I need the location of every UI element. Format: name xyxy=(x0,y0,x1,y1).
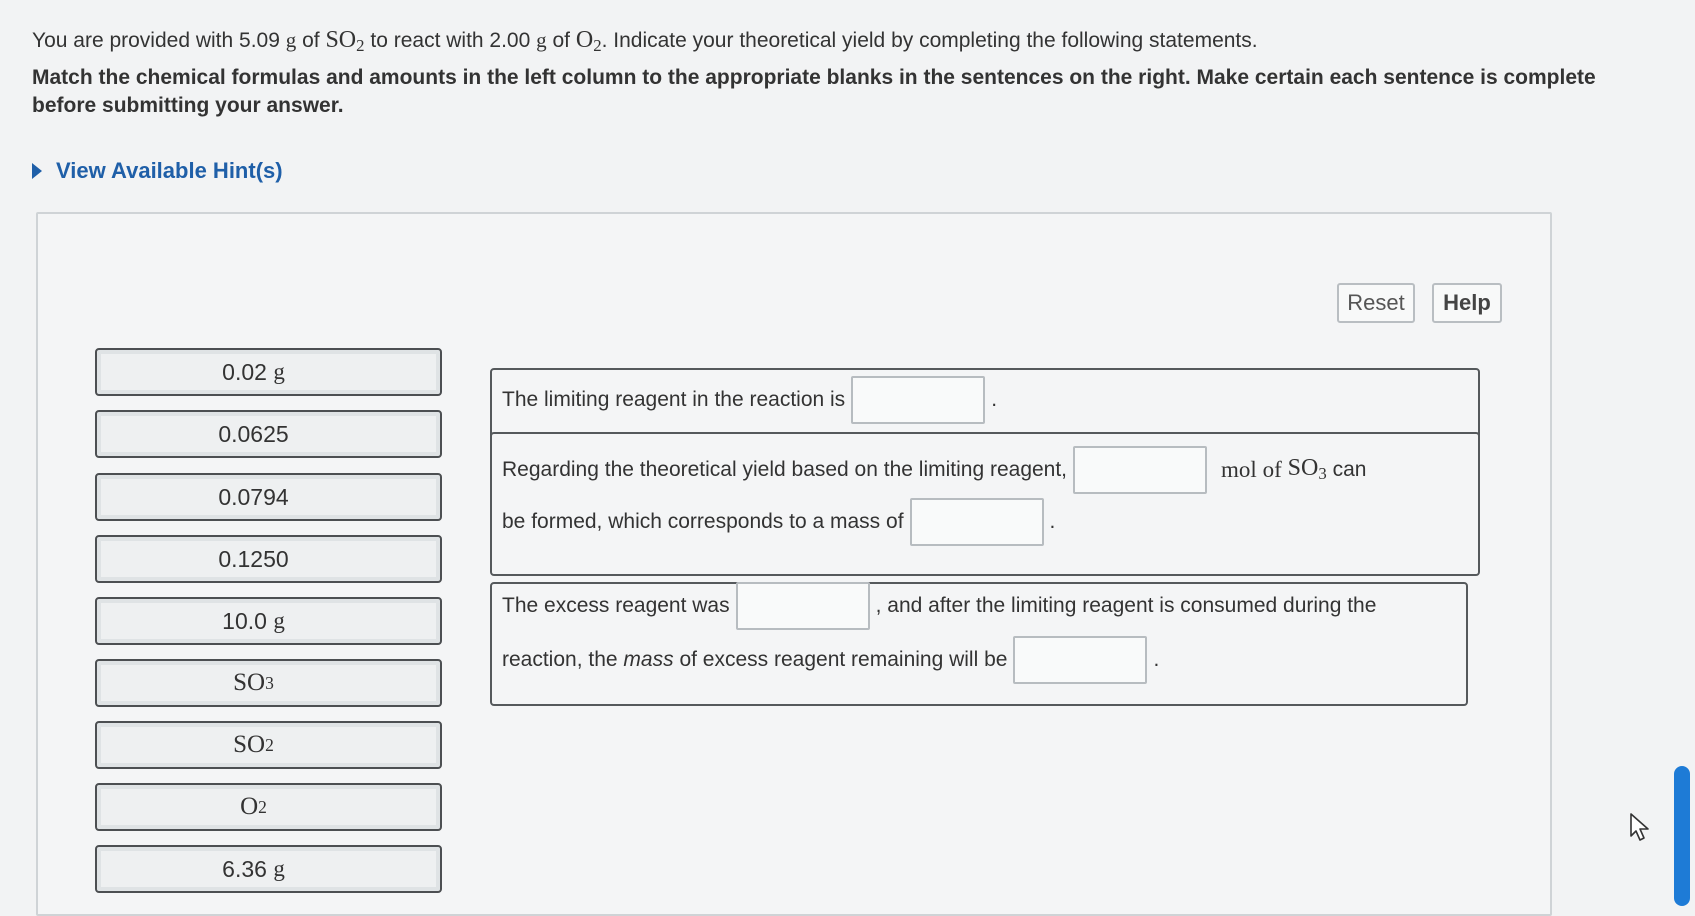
formula-so3: SO3 xyxy=(1287,455,1327,484)
question-part: . Indicate your theoretical yield by com… xyxy=(601,29,1258,52)
unit-mol: mol xyxy=(1221,457,1257,482)
sentence-text: , and after the limiting reagent is cons… xyxy=(875,594,1377,617)
sentence-text: The limiting reagent in the reaction is xyxy=(502,388,846,411)
drop-target-excess-reagent[interactable] xyxy=(735,582,870,630)
tile-10-0-g[interactable]: 10.0 g xyxy=(95,597,442,645)
formula-so2: SO2 xyxy=(325,27,365,56)
view-hints-toggle[interactable]: View Available Hint(s) xyxy=(32,158,283,184)
drop-target-moles-so3[interactable] xyxy=(1073,446,1208,494)
help-button[interactable]: Help xyxy=(1432,283,1502,323)
tile-so2[interactable]: SO 2 xyxy=(95,721,442,769)
sentence-limiting-reagent: The limiting reagent in the reaction is … xyxy=(490,368,1480,442)
unit-g: g xyxy=(536,28,547,52)
sentence-text: The excess reagent was xyxy=(502,594,730,617)
question-part: to react with 2.00 xyxy=(370,29,531,52)
hint-label: View Available Hint(s) xyxy=(56,158,283,183)
triangle-right-icon xyxy=(32,163,42,179)
sentence-text: be formed, which corresponds to a mass o… xyxy=(502,510,904,533)
scrollbar-thumb[interactable] xyxy=(1674,766,1690,906)
sentence-line: Regarding the theoretical yield based on… xyxy=(502,446,1366,494)
sentence-excess-reagent: The excess reagent was , and after the l… xyxy=(490,582,1468,706)
sentence-line: The excess reagent was , and after the l… xyxy=(502,582,1376,630)
sentence-text: of xyxy=(1262,457,1282,482)
drop-target-limiting-reagent[interactable] xyxy=(851,376,986,424)
mouse-pointer-icon xyxy=(1630,813,1649,841)
sentence-line: be formed, which corresponds to a mass o… xyxy=(502,498,1055,546)
drop-target-excess-mass[interactable] xyxy=(1013,636,1148,684)
sentence-text: . xyxy=(1049,510,1056,533)
question-instructions: Match the chemical formulas and amounts … xyxy=(32,66,1596,118)
sentence-text: Regarding the theoretical yield based on… xyxy=(502,458,1068,481)
sentence-text: . xyxy=(1153,648,1160,671)
question-text: You are provided with 5.09 g of SO2 to r… xyxy=(32,26,1652,120)
sentence-text: reaction, the xyxy=(502,648,618,671)
tile-0-0794[interactable]: 0.0794 xyxy=(95,473,442,521)
drop-target-mass-so3[interactable] xyxy=(909,498,1044,546)
tile-0-1250[interactable]: 0.1250 xyxy=(95,535,442,583)
question-part: of xyxy=(552,29,570,52)
sentence-text: of excess reagent remaining will be xyxy=(679,648,1008,671)
tile-so3[interactable]: SO 3 xyxy=(95,659,442,707)
reset-button[interactable]: Reset xyxy=(1337,283,1415,323)
tile-o2[interactable]: O2 xyxy=(95,783,442,831)
sentence-line: The limiting reagent in the reaction is … xyxy=(502,376,997,424)
sentence-text: can xyxy=(1332,458,1367,481)
sentence-line: reaction, the mass of excess reagent rem… xyxy=(502,636,1159,684)
sentence-text-emphasis: mass xyxy=(623,648,674,671)
question-line-1: You are provided with 5.09 g of SO2 to r… xyxy=(32,26,1652,60)
tile-6-36-g[interactable]: 6.36 g xyxy=(95,845,442,893)
question-part: You are provided with 5.09 xyxy=(32,29,280,52)
tile-0-02-g[interactable]: 0.02 g xyxy=(95,348,442,396)
tile-0-0625[interactable]: 0.0625 xyxy=(95,410,442,458)
sentence-text: . xyxy=(991,388,998,411)
question-part: of xyxy=(302,29,320,52)
formula-o2: O2 xyxy=(575,27,602,56)
unit-g: g xyxy=(285,28,297,52)
sentence-theoretical-yield: Regarding the theoretical yield based on… xyxy=(490,432,1480,576)
